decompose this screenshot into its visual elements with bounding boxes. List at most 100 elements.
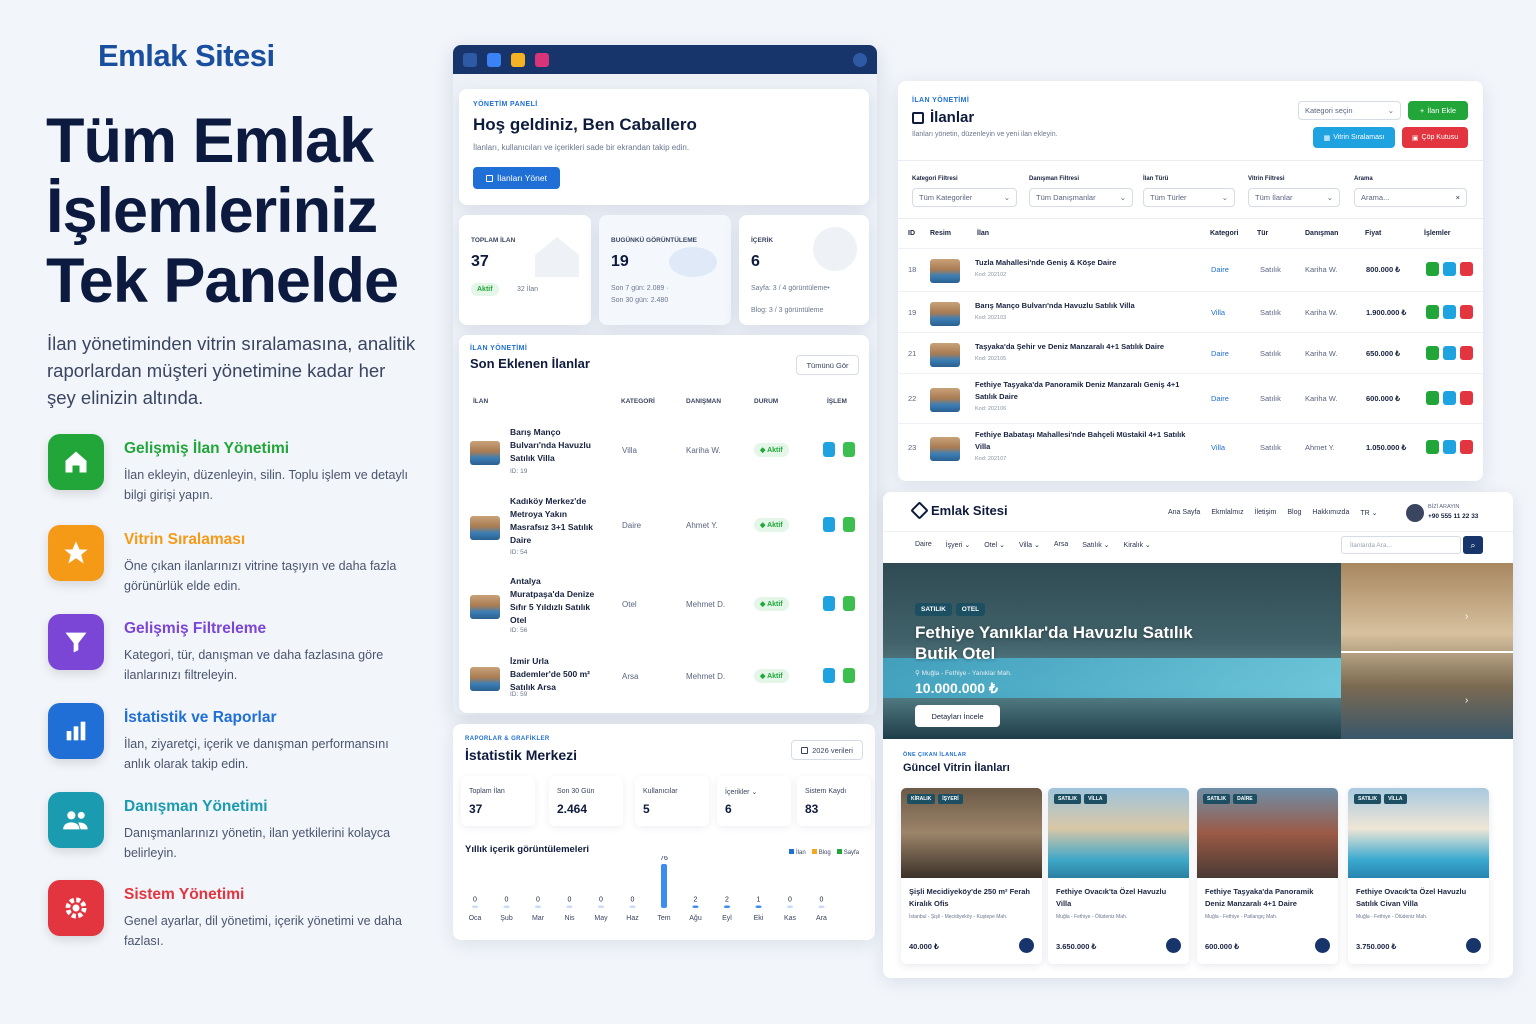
category-link[interactable]: İşyeri ⌄ <box>946 541 971 549</box>
listing-category: Villa <box>1211 443 1226 452</box>
home-icon[interactable] <box>1166 938 1181 953</box>
nav-link[interactable]: Ana Sayfa <box>1168 509 1200 517</box>
listing-card[interactable]: SATILIK VİLLA Fethiye Ovacık'ta Özel Havuz… <box>1048 788 1189 964</box>
close-icon[interactable] <box>853 52 867 67</box>
calendar-icon <box>801 746 809 754</box>
search-input[interactable]: Arama... × <box>1354 188 1467 207</box>
listing-card[interactable]: SATILIK DAİRE Fethiye Taşyaka'da Panoramik… <box>1197 788 1338 964</box>
filter-select[interactable]: Tüm İlanlar ⌄ <box>1248 188 1340 207</box>
listing-title[interactable]: Kadıköy Merkez'de Metroya Yakın Masrafsı… <box>510 495 596 547</box>
category-link[interactable]: Satılık ⌄ <box>1082 541 1109 549</box>
edit-icon[interactable] <box>823 596 835 611</box>
card-title[interactable]: Fethiye Ovacık'ta Özel Havuzlu Satılık C… <box>1356 886 1481 910</box>
card-title[interactable]: Fethiye Taşyaka'da Panoramik Deniz Manza… <box>1205 886 1330 910</box>
add-listing-button[interactable]: + İlan Ekle <box>1408 101 1468 120</box>
trash-icon[interactable] <box>1460 262 1473 276</box>
site-logo[interactable]: Emlak Sitesi <box>910 501 1008 520</box>
listing-type: Satılık <box>1260 394 1281 403</box>
refresh-icon[interactable] <box>1426 304 1439 319</box>
listing-title[interactable]: Antalya Muratpaşa'da Denize Sıfır 5 Yıld… <box>510 575 596 627</box>
grid-icon: ▦ <box>1323 134 1331 142</box>
listing-info: Taşyaka'da Şehir ve Deniz Manzaralı 4+1 … <box>975 341 1195 362</box>
listing-title[interactable]: Tuzla Mahallesi'nde Geniş & Köşe Daire <box>975 257 1195 269</box>
home-icon[interactable] <box>1466 938 1481 953</box>
feature-item: Danışman Yönetimi Danışmanlarınızı yönet… <box>48 792 408 872</box>
star-icon[interactable] <box>1443 391 1456 405</box>
home-icon[interactable] <box>1315 938 1330 953</box>
refresh-icon[interactable] <box>1426 345 1439 360</box>
hero-price: 10.000.000 ₺ <box>915 680 998 696</box>
nav-link[interactable]: Blog <box>1287 509 1301 517</box>
table-row: İzmir Urla Bademler'de 500 m² Satılık Ar… <box>459 655 869 699</box>
clear-icon[interactable]: × <box>1456 193 1460 202</box>
trash-button[interactable]: ▣ Çöp Kutusu <box>1402 127 1468 148</box>
listing-title[interactable]: Taşyaka'da Şehir ve Deniz Manzaralı 4+1 … <box>975 341 1195 353</box>
card-title[interactable]: Şişli Mecidiyeköy'de 250 m² Ferah Kiralı… <box>909 886 1034 910</box>
star-icon[interactable] <box>843 668 855 683</box>
category-link[interactable]: Villa ⌄ <box>1019 541 1040 549</box>
listings-icon[interactable] <box>487 52 501 67</box>
trash-icon[interactable] <box>1460 345 1473 360</box>
listing-title[interactable]: Barış Manço Bulvarı'nda Havuzlu Satılık … <box>975 300 1195 312</box>
refresh-icon[interactable] <box>1426 440 1439 454</box>
details-button[interactable]: Detayları İncele <box>915 705 1000 727</box>
manage-listings-button[interactable]: İlanları Yönet <box>473 167 560 189</box>
edit-icon[interactable] <box>823 517 835 532</box>
trash-icon[interactable] <box>1460 440 1473 454</box>
edit-icon[interactable] <box>823 442 835 457</box>
edit-icon[interactable] <box>823 668 835 683</box>
kpi-label: Son 30 Gün <box>557 788 595 795</box>
media-icon[interactable] <box>535 52 549 67</box>
showcase-order-button[interactable]: ▦ Vitrin Sıralaması <box>1313 127 1395 148</box>
star-icon[interactable] <box>1443 440 1456 454</box>
page-title: İlanlar <box>930 109 975 126</box>
listing-card[interactable]: KİRALIK İŞYERİ Şişli Mecidiyeköy'de 250 m²… <box>901 788 1042 964</box>
listing-card[interactable]: SATILIK VİLLA Fethiye Ovacık'ta Özel Havuz… <box>1348 788 1489 964</box>
search-icon[interactable]: ⌕ <box>1463 536 1483 554</box>
trash-icon[interactable] <box>1460 304 1473 319</box>
star-icon[interactable] <box>843 517 855 532</box>
home-icon[interactable] <box>1019 938 1034 953</box>
chevron-right-icon[interactable]: › <box>1465 611 1468 622</box>
refresh-icon[interactable] <box>1426 262 1439 276</box>
star-icon[interactable] <box>1443 262 1456 276</box>
content-icon[interactable] <box>511 52 525 67</box>
listing-thumbnail <box>470 667 500 691</box>
star-icon[interactable] <box>1443 304 1456 319</box>
category-link[interactable]: Otel ⌄ <box>984 541 1005 549</box>
nav-link[interactable]: İletişim <box>1255 509 1277 517</box>
nav-link[interactable]: Hakkımızda <box>1312 509 1349 517</box>
refresh-icon[interactable] <box>1426 391 1439 405</box>
category-link[interactable]: Kiralık ⌄ <box>1124 541 1151 549</box>
listing-category: Villa <box>1211 307 1226 317</box>
column-header: İŞLEM <box>827 398 847 405</box>
bar-value-label: 0 <box>788 897 792 904</box>
trash-icon[interactable] <box>1460 391 1473 405</box>
nav-link[interactable]: TR ⌄ <box>1360 509 1377 517</box>
card-title[interactable]: Fethiye Ovacık'ta Özel Havuzlu Villa <box>1056 886 1181 910</box>
listing-title[interactable]: İzmir Urla Bademler'de 500 m² Satılık Ar… <box>510 655 596 694</box>
category-select[interactable]: Kategori seçin ⌄ <box>1298 101 1401 120</box>
star-icon[interactable] <box>843 596 855 611</box>
tag-list: SATILIK VİLLA <box>1054 794 1107 804</box>
star-icon[interactable] <box>1443 345 1456 360</box>
table-row: Kadıköy Merkez'de Metroya Yakın Masrafsı… <box>459 495 869 557</box>
divider <box>883 531 1513 532</box>
filter-select[interactable]: Tüm Kategoriler ⌄ <box>912 188 1017 207</box>
filter-select[interactable]: Tüm Danışmanlar ⌄ <box>1029 188 1133 207</box>
home-icon[interactable] <box>463 52 477 67</box>
year-filter-button[interactable]: 2026 verileri <box>791 740 863 760</box>
nav-link[interactable]: Ekmlalmız <box>1211 509 1243 517</box>
category-link[interactable]: Arsa <box>1054 541 1068 549</box>
star-icon[interactable] <box>843 442 855 457</box>
listing-category: Otel <box>622 600 637 609</box>
site-search-input[interactable]: İlanlarda Ara... <box>1341 536 1461 554</box>
listing-title[interactable]: Fethiye Taşyaka'da Panoramik Deniz Manza… <box>975 379 1195 403</box>
status-badge: Aktif <box>471 283 499 296</box>
chevron-right-icon[interactable]: › <box>1465 695 1468 706</box>
listing-title[interactable]: Fethiye Babataşı Mahallesi'nde Bahçeli M… <box>975 429 1195 453</box>
see-all-button[interactable]: Tümünü Gör <box>796 355 859 375</box>
listing-title[interactable]: Barış Manço Bulvarı'nda Havuzlu Satılık … <box>510 426 596 465</box>
category-link[interactable]: Daire <box>915 541 932 549</box>
filter-select[interactable]: Tüm Türler ⌄ <box>1143 188 1235 207</box>
